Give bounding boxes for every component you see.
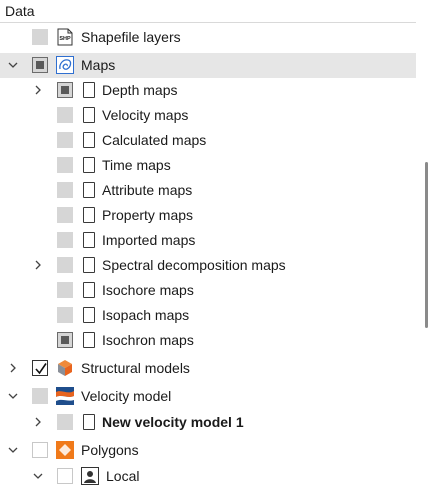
checkbox[interactable] xyxy=(57,282,73,298)
tree-item-label: Property maps xyxy=(102,207,194,223)
chevron-right-icon[interactable] xyxy=(7,362,19,374)
tree-item-velocity-maps[interactable]: Velocity maps xyxy=(0,103,416,128)
tree-item-velocity-model[interactable]: Velocity model xyxy=(0,384,416,409)
tree-item-label: Velocity maps xyxy=(102,107,189,123)
tree-item-label: Isochore maps xyxy=(102,282,194,298)
tree-item-isochron-maps[interactable]: Isochron maps xyxy=(0,328,416,353)
tree-item-shapefile-layers[interactable]: SHP Shapefile layers xyxy=(0,25,416,50)
data-tree: SHP Shapefile layers Maps Depth maps Vel… xyxy=(0,0,439,485)
folder-icon xyxy=(83,282,95,298)
checkbox[interactable] xyxy=(57,207,73,223)
tree-item-label: Calculated maps xyxy=(102,132,207,148)
tree-item-label: Spectral decomposition maps xyxy=(102,257,286,273)
folder-icon xyxy=(83,132,95,148)
folder-icon xyxy=(83,82,95,98)
tree-item-label: Time maps xyxy=(102,157,171,173)
tree-item-calculated-maps[interactable]: Calculated maps xyxy=(0,128,416,153)
chevron-down-icon[interactable] xyxy=(7,390,19,402)
vertical-scrollbar[interactable] xyxy=(425,162,428,328)
tree-item-label: Isopach maps xyxy=(102,307,190,323)
shp-badge-text: SHP xyxy=(59,36,71,42)
tree-item-local[interactable]: Local xyxy=(0,464,416,489)
velocity-model-icon xyxy=(56,387,74,405)
tree-item-label: Velocity model xyxy=(81,388,172,404)
folder-icon xyxy=(83,307,95,323)
checkbox[interactable] xyxy=(57,307,73,323)
checkbox[interactable] xyxy=(32,57,48,73)
tree-item-new-velocity-model[interactable]: New velocity model 1 xyxy=(0,410,416,435)
checkbox[interactable] xyxy=(57,182,73,198)
tree-item-label: Depth maps xyxy=(102,82,178,98)
tree-item-isopach-maps[interactable]: Isopach maps xyxy=(0,303,416,328)
tree-item-maps[interactable]: Maps xyxy=(0,53,416,78)
checkbox[interactable] xyxy=(32,360,48,376)
polygon-icon xyxy=(56,441,74,459)
tree-item-label: Polygons xyxy=(81,442,139,458)
chevron-right-icon[interactable] xyxy=(32,416,44,428)
tree-item-imported-maps[interactable]: Imported maps xyxy=(0,228,416,253)
tree-item-label: Structural models xyxy=(81,360,190,376)
tree-item-label: Isochron maps xyxy=(102,332,194,348)
tree-item-isochore-maps[interactable]: Isochore maps xyxy=(0,278,416,303)
cube-icon xyxy=(56,359,74,377)
checkbox[interactable] xyxy=(57,132,73,148)
folder-icon xyxy=(83,182,95,198)
checkbox[interactable] xyxy=(57,414,73,430)
tree-item-spectral-decomposition-maps[interactable]: Spectral decomposition maps xyxy=(0,253,416,278)
tree-item-label: Imported maps xyxy=(102,232,196,248)
checkbox[interactable] xyxy=(57,82,73,98)
checkbox[interactable] xyxy=(57,257,73,273)
chevron-right-icon[interactable] xyxy=(32,259,44,271)
folder-icon xyxy=(83,232,95,248)
tree-item-label: Maps xyxy=(81,57,116,73)
checkbox[interactable] xyxy=(57,232,73,248)
tree-item-structural-models[interactable]: Structural models xyxy=(0,356,416,381)
tree-item-label: Attribute maps xyxy=(102,182,193,198)
checkbox[interactable] xyxy=(57,157,73,173)
tree-item-time-maps[interactable]: Time maps xyxy=(0,153,416,178)
folder-icon xyxy=(83,414,95,430)
chevron-down-icon[interactable] xyxy=(7,444,19,456)
checkbox[interactable] xyxy=(32,442,48,458)
tree-item-polygons[interactable]: Polygons xyxy=(0,438,416,463)
chevron-down-icon[interactable] xyxy=(32,470,44,482)
folder-icon xyxy=(83,107,95,123)
user-icon xyxy=(81,467,99,485)
map-contour-icon xyxy=(56,56,74,74)
tree-item-property-maps[interactable]: Property maps xyxy=(0,203,416,228)
folder-icon xyxy=(83,257,95,273)
tree-item-label: New velocity model 1 xyxy=(102,414,244,430)
checkbox[interactable] xyxy=(32,29,48,45)
tree-item-depth-maps[interactable]: Depth maps xyxy=(0,78,416,103)
checkbox[interactable] xyxy=(32,388,48,404)
chevron-right-icon[interactable] xyxy=(32,84,44,96)
chevron-down-icon[interactable] xyxy=(7,59,19,71)
tree-item-label: Shapefile layers xyxy=(81,29,181,45)
folder-icon xyxy=(83,332,95,348)
shp-file-icon: SHP xyxy=(56,28,74,46)
checkbox[interactable] xyxy=(57,332,73,348)
checkbox[interactable] xyxy=(57,107,73,123)
folder-icon xyxy=(83,157,95,173)
checkmark-icon xyxy=(35,363,47,375)
folder-icon xyxy=(83,207,95,223)
tree-item-attribute-maps[interactable]: Attribute maps xyxy=(0,178,416,203)
